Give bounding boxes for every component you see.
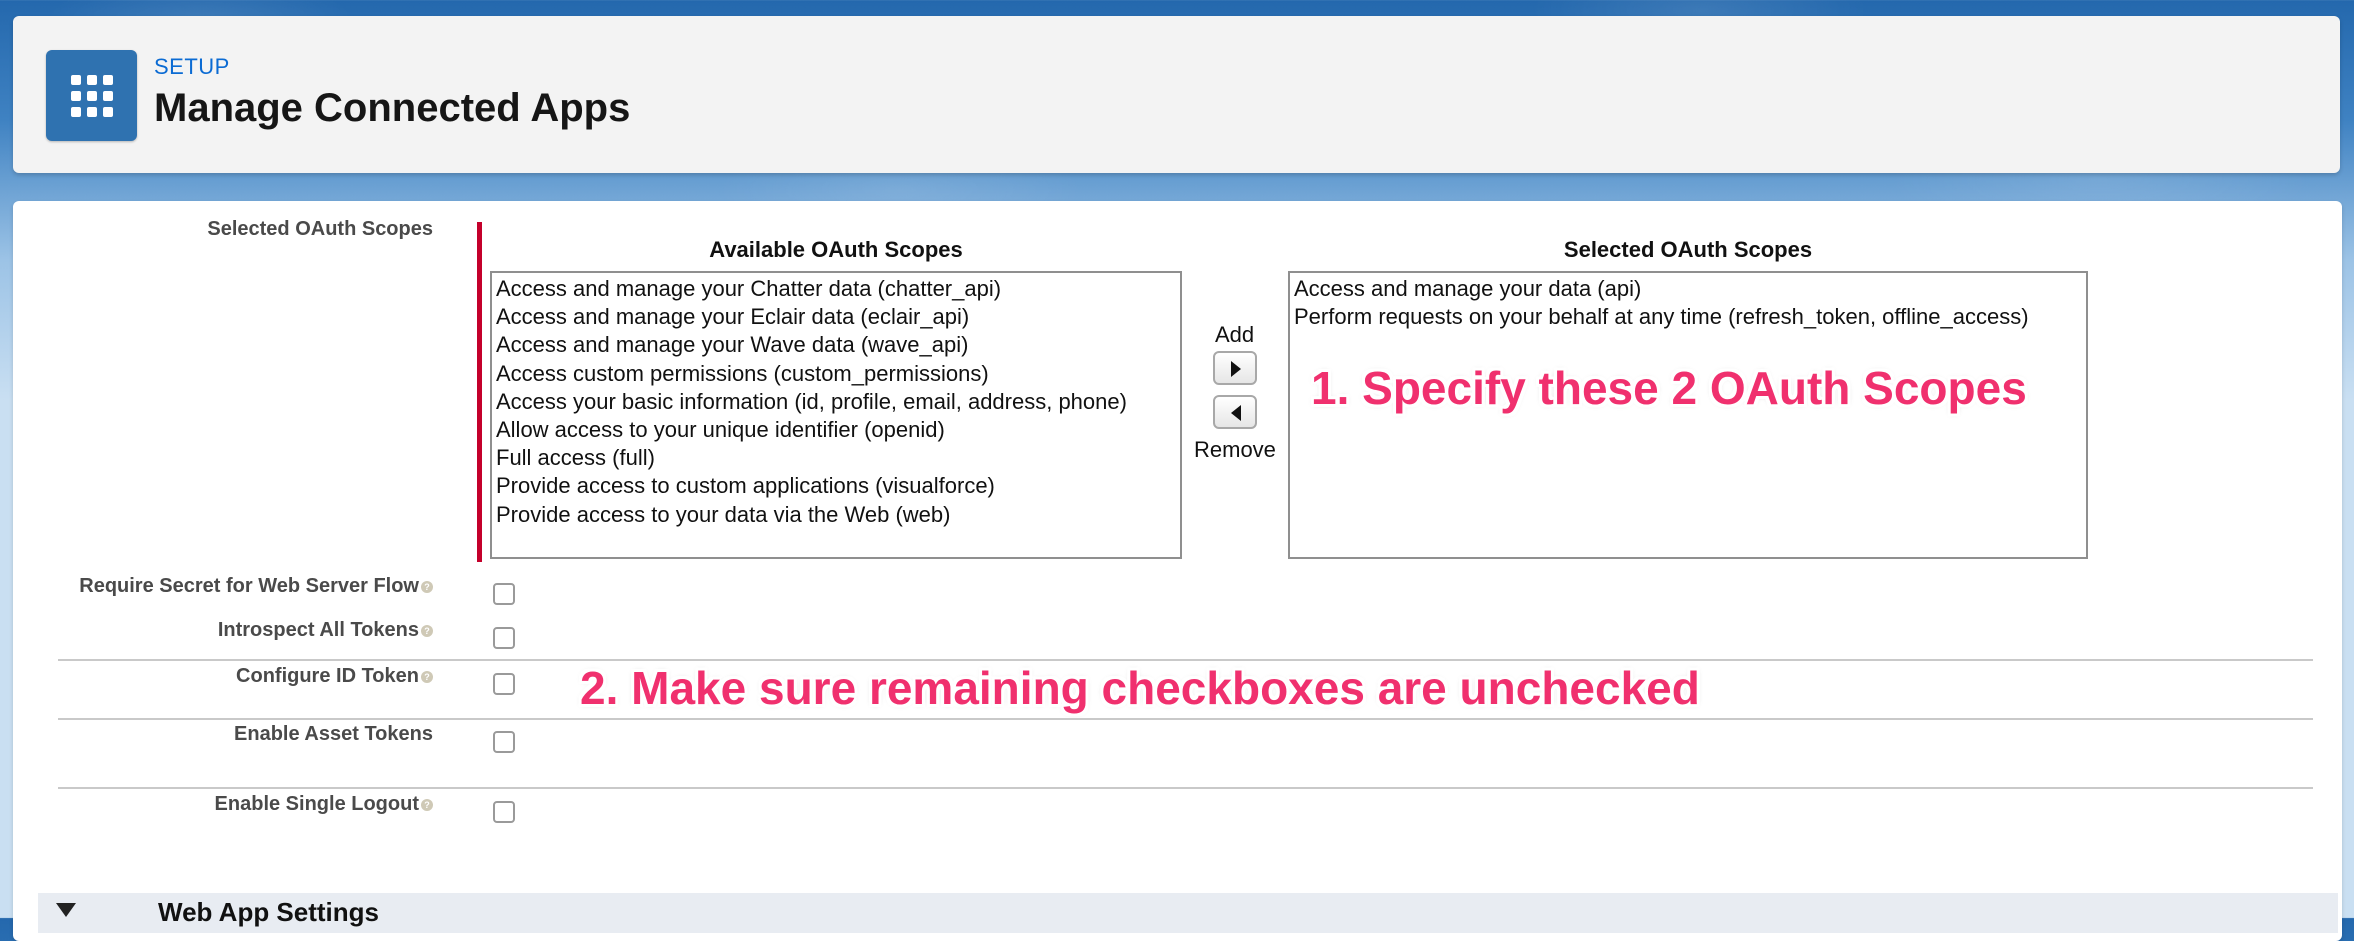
available-scopes-heading: Available OAuth Scopes (709, 237, 963, 262)
oauth-scopes-label: Selected OAuth Scopes (207, 218, 433, 240)
remove-button[interactable] (1213, 395, 1257, 429)
selected-scopes-list[interactable]: Access and manage your data (api) Perfor… (1288, 271, 2088, 559)
enable-asset-tokens-text: Enable Asset Tokens (234, 723, 433, 745)
available-scope-option[interactable]: Provide access to your data via the Web … (496, 501, 1176, 529)
section-title: Web App Settings (158, 897, 379, 927)
configure-id-token-text: Configure ID Token (236, 665, 419, 687)
selected-scope-option[interactable]: Perform requests on your behalf at any t… (1294, 303, 2082, 331)
configure-id-token-label: Configure ID Token? (236, 665, 433, 688)
connected-app-form: Selected OAuth Scopes Available OAuth Sc… (13, 201, 2342, 941)
available-scope-option[interactable]: Access and manage your Chatter data (cha… (496, 275, 1176, 303)
enable-single-logout-label: Enable Single Logout? (215, 793, 433, 816)
enable-single-logout-text: Enable Single Logout (214, 793, 419, 815)
collapse-triangle-icon[interactable] (56, 903, 76, 919)
available-scope-option[interactable]: Access and manage your Wave data (wave_a… (496, 331, 1176, 359)
page-title: Manage Connected Apps (154, 86, 631, 130)
available-scope-option[interactable]: Allow access to your unique identifier (… (496, 416, 1176, 444)
require-secret-checkbox[interactable] (493, 583, 515, 605)
add-button[interactable] (1213, 351, 1257, 385)
web-app-settings-section[interactable]: Web App Settings (38, 893, 2338, 933)
help-icon[interactable]: ? (421, 670, 433, 683)
introspect-tokens-text: Introspect All Tokens (217, 619, 419, 641)
add-label: Add (1215, 322, 1255, 347)
app-launcher-icon[interactable] (46, 50, 137, 141)
row-divider (58, 787, 2313, 789)
selected-scopes-heading: Selected OAuth Scopes (1563, 237, 1813, 262)
available-scope-option[interactable]: Full access (full) (496, 444, 1176, 472)
available-scope-option[interactable]: Access your basic information (id, profi… (496, 388, 1176, 416)
require-secret-label: Require Secret for Web Server Flow? (79, 575, 433, 598)
available-scopes-list[interactable]: Access and manage your Chatter data (cha… (490, 271, 1182, 559)
selected-scope-option[interactable]: Access and manage your data (api) (1294, 275, 2082, 303)
row-divider (58, 718, 2313, 720)
help-icon[interactable]: ? (421, 798, 433, 811)
required-indicator (477, 222, 482, 562)
enable-single-logout-checkbox[interactable] (493, 801, 515, 823)
enable-asset-tokens-checkbox[interactable] (493, 731, 515, 753)
introspect-tokens-label: Introspect All Tokens? (218, 619, 433, 642)
introspect-tokens-checkbox[interactable] (493, 627, 515, 649)
arrow-right-icon (1231, 361, 1241, 377)
remove-label: Remove (1194, 437, 1276, 462)
arrow-left-icon (1231, 405, 1241, 421)
page-header: SETUP Manage Connected Apps (13, 16, 2340, 173)
setup-breadcrumb[interactable]: SETUP (154, 54, 230, 80)
available-scope-option[interactable]: Access custom permissions (custom_permis… (496, 360, 1176, 388)
help-icon[interactable]: ? (421, 580, 433, 593)
enable-asset-tokens-label: Enable Asset Tokens (234, 723, 433, 746)
step1-annotation: 1. Specify these 2 OAuth Scopes (1311, 362, 2027, 414)
available-scope-option[interactable]: Access and manage your Eclair data (ecla… (496, 303, 1176, 331)
step2-annotation: 2. Make sure remaining checkboxes are un… (580, 662, 1700, 714)
configure-id-token-checkbox[interactable] (493, 673, 515, 695)
require-secret-text: Require Secret for Web Server Flow (79, 575, 419, 597)
available-scope-option[interactable]: Provide access to custom applications (v… (496, 472, 1176, 500)
help-icon[interactable]: ? (421, 624, 433, 637)
